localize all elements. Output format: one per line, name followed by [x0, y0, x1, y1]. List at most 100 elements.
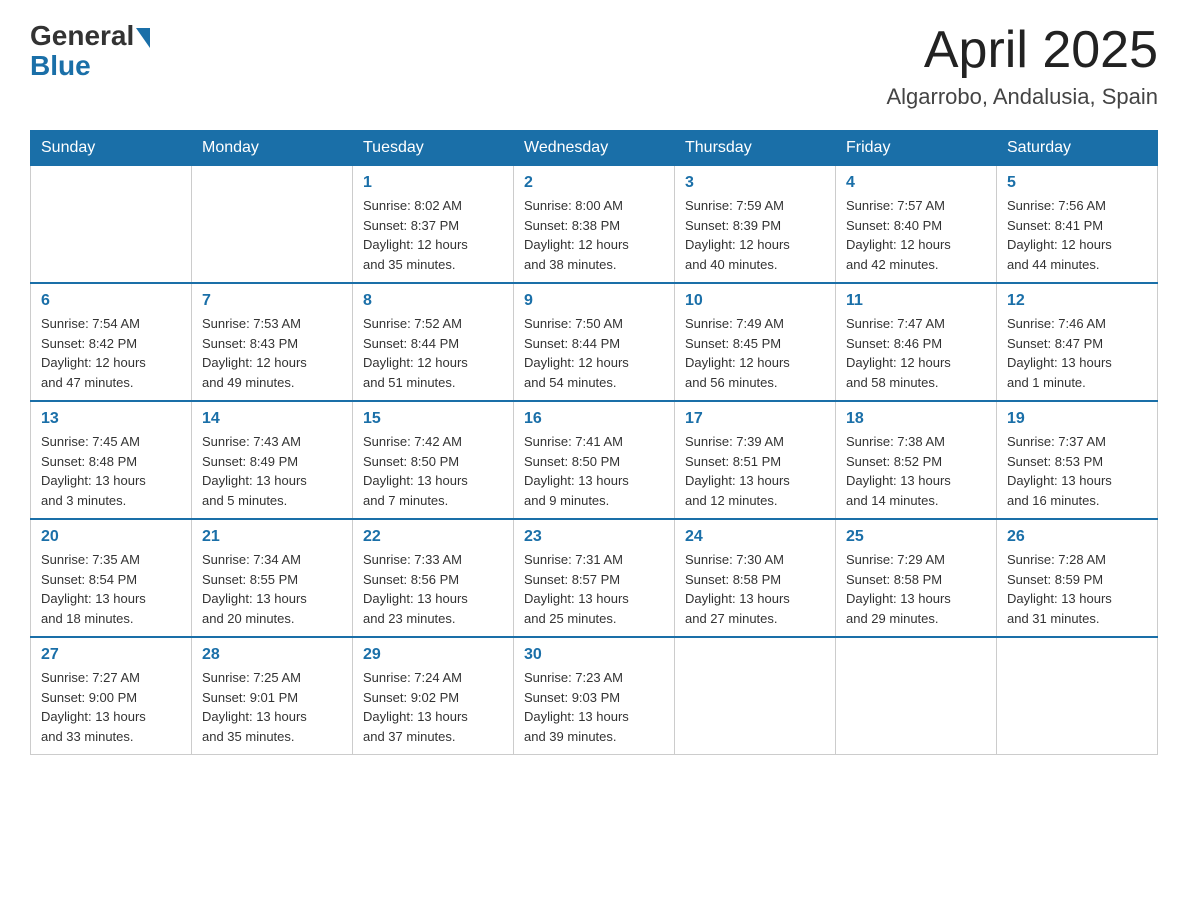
day-number: 15: [363, 410, 503, 428]
logo-arrow-icon: [136, 28, 150, 48]
day-info: Sunrise: 7:45 AM Sunset: 8:48 PM Dayligh…: [41, 432, 181, 510]
day-number: 24: [685, 528, 825, 546]
calendar-cell: [192, 166, 353, 284]
day-number: 17: [685, 410, 825, 428]
calendar-cell: 8 Sunrise: 7:52 AM Sunset: 8:44 PM Daylig…: [353, 283, 514, 401]
calendar-cell: 15 Sunrise: 7:42 AM Sunset: 8:50 PM Dayli…: [353, 401, 514, 519]
calendar-cell: 4 Sunrise: 7:57 AM Sunset: 8:40 PM Daylig…: [836, 166, 997, 284]
day-number: 29: [363, 646, 503, 664]
day-info: Sunrise: 7:42 AM Sunset: 8:50 PM Dayligh…: [363, 432, 503, 510]
day-info: Sunrise: 7:53 AM Sunset: 8:43 PM Dayligh…: [202, 314, 342, 392]
day-number: 23: [524, 528, 664, 546]
day-number: 5: [1007, 174, 1147, 192]
calendar-cell: 22Sunrise: 7:33 AM Sunset: 8:56 PM Dayli…: [353, 519, 514, 637]
calendar-cell: 29 Sunrise: 7:24 AM Sunset: 9:02 PM Dayli…: [353, 637, 514, 755]
day-number: 18: [846, 410, 986, 428]
day-number: 7: [202, 292, 342, 310]
day-info: Sunrise: 7:43 AM Sunset: 8:49 PM Dayligh…: [202, 432, 342, 510]
calendar-cell: 11 Sunrise: 7:47 AM Sunset: 8:46 PM Dayli…: [836, 283, 997, 401]
day-number: 16: [524, 410, 664, 428]
calendar-cell: 24Sunrise: 7:30 AM Sunset: 8:58 PM Dayli…: [675, 519, 836, 637]
calendar-cell: 12 Sunrise: 7:46 AM Sunset: 8:47 PM Dayli…: [997, 283, 1158, 401]
calendar-cell: [836, 637, 997, 755]
day-info: Sunrise: 7:46 AM Sunset: 8:47 PM Dayligh…: [1007, 314, 1147, 392]
day-number: 28: [202, 646, 342, 664]
day-info: Sunrise: 7:24 AM Sunset: 9:02 PM Dayligh…: [363, 668, 503, 746]
day-info: Sunrise: 7:57 AM Sunset: 8:40 PM Dayligh…: [846, 196, 986, 274]
day-info: Sunrise: 7:52 AM Sunset: 8:44 PM Dayligh…: [363, 314, 503, 392]
logo-blue-text: Blue: [30, 50, 91, 82]
day-number: 2: [524, 174, 664, 192]
day-info: Sunrise: 7:56 AM Sunset: 8:41 PM Dayligh…: [1007, 196, 1147, 274]
day-number: 8: [363, 292, 503, 310]
calendar-cell: 1Sunrise: 8:02 AM Sunset: 8:37 PM Daylig…: [353, 166, 514, 284]
calendar-cell: 19 Sunrise: 7:37 AM Sunset: 8:53 PM Dayli…: [997, 401, 1158, 519]
day-number: 10: [685, 292, 825, 310]
calendar-cell: 16 Sunrise: 7:41 AM Sunset: 8:50 PM Dayli…: [514, 401, 675, 519]
calendar-cell: 13 Sunrise: 7:45 AM Sunset: 8:48 PM Dayli…: [31, 401, 192, 519]
month-title: April 2025: [886, 20, 1158, 80]
day-info: Sunrise: 7:50 AM Sunset: 8:44 PM Dayligh…: [524, 314, 664, 392]
calendar-cell: 2Sunrise: 8:00 AM Sunset: 8:38 PM Daylig…: [514, 166, 675, 284]
day-info: Sunrise: 7:27 AM Sunset: 9:00 PM Dayligh…: [41, 668, 181, 746]
calendar-cell: 27 Sunrise: 7:27 AM Sunset: 9:00 PM Dayli…: [31, 637, 192, 755]
day-number: 3: [685, 174, 825, 192]
day-info: Sunrise: 7:39 AM Sunset: 8:51 PM Dayligh…: [685, 432, 825, 510]
calendar-cell: 26Sunrise: 7:28 AM Sunset: 8:59 PM Dayli…: [997, 519, 1158, 637]
calendar-cell: 7 Sunrise: 7:53 AM Sunset: 8:43 PM Daylig…: [192, 283, 353, 401]
day-info: Sunrise: 7:59 AM Sunset: 8:39 PM Dayligh…: [685, 196, 825, 274]
day-number: 30: [524, 646, 664, 664]
weekday-header-wednesday: Wednesday: [514, 131, 675, 166]
weekday-header-row: SundayMondayTuesdayWednesdayThursdayFrid…: [31, 131, 1158, 166]
calendar-cell: 14Sunrise: 7:43 AM Sunset: 8:49 PM Dayli…: [192, 401, 353, 519]
day-number: 11: [846, 292, 986, 310]
calendar-cell: 20 Sunrise: 7:35 AM Sunset: 8:54 PM Dayli…: [31, 519, 192, 637]
day-number: 6: [41, 292, 181, 310]
weekday-header-thursday: Thursday: [675, 131, 836, 166]
day-number: 27: [41, 646, 181, 664]
day-info: Sunrise: 7:38 AM Sunset: 8:52 PM Dayligh…: [846, 432, 986, 510]
day-info: Sunrise: 7:35 AM Sunset: 8:54 PM Dayligh…: [41, 550, 181, 628]
calendar-cell: 30 Sunrise: 7:23 AM Sunset: 9:03 PM Dayli…: [514, 637, 675, 755]
logo: General Blue: [30, 20, 150, 82]
calendar-week-row: 6 Sunrise: 7:54 AM Sunset: 8:42 PM Daylig…: [31, 283, 1158, 401]
day-info: Sunrise: 8:02 AM Sunset: 8:37 PM Dayligh…: [363, 196, 503, 274]
calendar-cell: 21Sunrise: 7:34 AM Sunset: 8:55 PM Dayli…: [192, 519, 353, 637]
calendar-cell: [31, 166, 192, 284]
day-info: Sunrise: 7:41 AM Sunset: 8:50 PM Dayligh…: [524, 432, 664, 510]
day-info: Sunrise: 7:54 AM Sunset: 8:42 PM Dayligh…: [41, 314, 181, 392]
day-info: Sunrise: 7:34 AM Sunset: 8:55 PM Dayligh…: [202, 550, 342, 628]
day-number: 25: [846, 528, 986, 546]
title-section: April 2025 Algarrobo, Andalusia, Spain: [886, 20, 1158, 110]
day-info: Sunrise: 7:23 AM Sunset: 9:03 PM Dayligh…: [524, 668, 664, 746]
day-number: 19: [1007, 410, 1147, 428]
calendar-cell: 10 Sunrise: 7:49 AM Sunset: 8:45 PM Dayli…: [675, 283, 836, 401]
weekday-header-monday: Monday: [192, 131, 353, 166]
calendar-table: SundayMondayTuesdayWednesdayThursdayFrid…: [30, 130, 1158, 755]
day-info: Sunrise: 7:37 AM Sunset: 8:53 PM Dayligh…: [1007, 432, 1147, 510]
day-number: 20: [41, 528, 181, 546]
day-number: 12: [1007, 292, 1147, 310]
day-number: 13: [41, 410, 181, 428]
day-info: Sunrise: 7:29 AM Sunset: 8:58 PM Dayligh…: [846, 550, 986, 628]
day-info: Sunrise: 7:28 AM Sunset: 8:59 PM Dayligh…: [1007, 550, 1147, 628]
calendar-cell: 9 Sunrise: 7:50 AM Sunset: 8:44 PM Daylig…: [514, 283, 675, 401]
weekday-header-tuesday: Tuesday: [353, 131, 514, 166]
calendar-cell: 17 Sunrise: 7:39 AM Sunset: 8:51 PM Dayli…: [675, 401, 836, 519]
calendar-cell: 5 Sunrise: 7:56 AM Sunset: 8:41 PM Daylig…: [997, 166, 1158, 284]
calendar-week-row: 27 Sunrise: 7:27 AM Sunset: 9:00 PM Dayli…: [31, 637, 1158, 755]
weekday-header-sunday: Sunday: [31, 131, 192, 166]
day-info: Sunrise: 7:47 AM Sunset: 8:46 PM Dayligh…: [846, 314, 986, 392]
page-header: General Blue April 2025 Algarrobo, Andal…: [30, 20, 1158, 110]
calendar-cell: 6 Sunrise: 7:54 AM Sunset: 8:42 PM Daylig…: [31, 283, 192, 401]
day-info: Sunrise: 7:49 AM Sunset: 8:45 PM Dayligh…: [685, 314, 825, 392]
day-number: 9: [524, 292, 664, 310]
day-number: 4: [846, 174, 986, 192]
calendar-cell: 23Sunrise: 7:31 AM Sunset: 8:57 PM Dayli…: [514, 519, 675, 637]
weekday-header-friday: Friday: [836, 131, 997, 166]
calendar-cell: 28 Sunrise: 7:25 AM Sunset: 9:01 PM Dayli…: [192, 637, 353, 755]
calendar-week-row: 20 Sunrise: 7:35 AM Sunset: 8:54 PM Dayli…: [31, 519, 1158, 637]
day-number: 22: [363, 528, 503, 546]
day-info: Sunrise: 7:25 AM Sunset: 9:01 PM Dayligh…: [202, 668, 342, 746]
calendar-cell: 18 Sunrise: 7:38 AM Sunset: 8:52 PM Dayli…: [836, 401, 997, 519]
